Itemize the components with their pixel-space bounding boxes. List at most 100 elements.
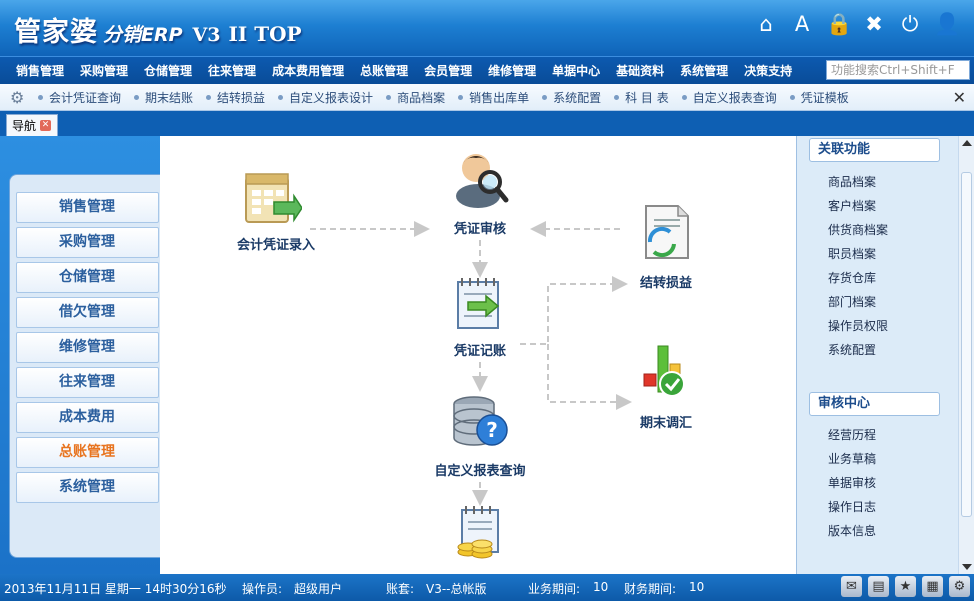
- star-icon[interactable]: ★: [895, 576, 916, 597]
- right-panel-link[interactable]: 业务草稿: [828, 450, 876, 467]
- shortcut-label: 销售出库单: [469, 90, 530, 105]
- right-panel-scrollbar[interactable]: [958, 136, 974, 574]
- flow-node-cost-report[interactable]: [450, 506, 510, 562]
- shortcut-label: 自定义报表查询: [692, 90, 777, 105]
- left-nav-item[interactable]: 往来管理: [16, 367, 159, 398]
- menu-item-2[interactable]: 仓储管理: [136, 62, 200, 79]
- flow-node-voucher-entry[interactable]: 会计凭证录入: [226, 168, 326, 253]
- bullet-icon: [278, 94, 284, 100]
- shortcut-item[interactable]: 结转损益: [206, 89, 278, 106]
- settings-icon[interactable]: ⚙: [949, 576, 970, 597]
- menu-item-3[interactable]: 往来管理: [200, 62, 264, 79]
- left-nav-item[interactable]: 成本费用: [16, 402, 159, 433]
- title-toolbar: ⌂ A 🔒 ✖ ⏻ 👤: [754, 10, 960, 38]
- tab-navigation[interactable]: 导航 ✕: [6, 114, 58, 136]
- left-nav-item[interactable]: 系统管理: [16, 472, 159, 503]
- voucher-entry-icon: [245, 173, 302, 223]
- shortcut-item[interactable]: 销售出库单: [458, 89, 542, 106]
- shortcut-item[interactable]: 会计凭证查询: [38, 89, 134, 106]
- home-icon[interactable]: ⌂: [754, 10, 778, 38]
- shortcut-item[interactable]: 科 目 表: [614, 89, 682, 106]
- right-panel-link[interactable]: 经营历程: [828, 426, 876, 443]
- bullet-icon: [458, 94, 464, 100]
- power-icon[interactable]: ⏻: [898, 10, 922, 38]
- flow-node-voucher-post[interactable]: 凭证记账: [430, 276, 530, 359]
- scroll-up-arrow-icon[interactable]: [962, 140, 972, 146]
- right-panel-link[interactable]: 操作日志: [828, 498, 876, 515]
- tab-strip: 导航 ✕: [0, 111, 974, 136]
- right-panel-link[interactable]: 操作员权限: [828, 317, 888, 334]
- left-nav-item[interactable]: 采购管理: [16, 227, 159, 258]
- menu-item-6[interactable]: 会员管理: [416, 62, 480, 79]
- gear-icon[interactable]: ⚙: [10, 89, 28, 107]
- menu-item-0[interactable]: 销售管理: [8, 62, 72, 79]
- right-panel-link[interactable]: 存货仓库: [828, 269, 876, 286]
- related-functions-header: 关联功能: [809, 138, 940, 162]
- user-icon[interactable]: 👤: [934, 10, 960, 38]
- right-panel-link[interactable]: 客户档案: [828, 197, 876, 214]
- tab-close-icon[interactable]: ✕: [40, 120, 52, 131]
- right-panel: 关联功能 商品档案 客户档案 供货商档案 职员档案 存货仓库 部门档案 操作员权限 系统配置 …: [796, 136, 974, 574]
- right-panel-link[interactable]: 职员档案: [828, 245, 876, 262]
- menu-item-10[interactable]: 系统管理: [672, 62, 736, 79]
- right-panel-link[interactable]: 版本信息: [828, 522, 876, 539]
- flow-node-profit-transfer[interactable]: 结转损益: [626, 202, 706, 291]
- title-bar: 管家婆 分销ERP V3 II TOP ⌂ A 🔒 ✖ ⏻ 👤: [0, 0, 974, 56]
- bullet-icon: [614, 94, 620, 100]
- close-icon[interactable]: ✕: [953, 88, 966, 107]
- scroll-thumb[interactable]: [961, 172, 972, 517]
- voucher-audit-label: 凭证审核: [453, 222, 506, 237]
- shortcut-label: 期末结账: [145, 90, 194, 105]
- shortcut-item[interactable]: 商品档案: [386, 89, 458, 106]
- menu-item-4[interactable]: 成本费用管理: [264, 62, 352, 79]
- menu-item-5[interactable]: 总账管理: [352, 62, 416, 79]
- font-size-icon[interactable]: A: [790, 10, 814, 38]
- left-nav-item[interactable]: 仓储管理: [16, 262, 159, 293]
- status-datetime: 2013年11月11日 星期一 14时30分16秒: [4, 582, 227, 596]
- function-search-input[interactable]: 功能搜索Ctrl+Shift+F: [826, 60, 970, 80]
- shortcut-item[interactable]: 凭证模板: [789, 89, 862, 106]
- shortcut-item[interactable]: 自定义报表设计: [278, 89, 386, 106]
- status-business-period-label: 业务期间:: [528, 582, 581, 596]
- custom-report-label: 自定义报表查询: [434, 464, 526, 479]
- left-nav-item[interactable]: 维修管理: [16, 332, 159, 363]
- left-nav-item[interactable]: 总账管理: [16, 437, 159, 468]
- close-circle-icon[interactable]: ✖: [862, 10, 886, 38]
- logo-brand: 管家婆: [14, 17, 98, 48]
- shortcut-item[interactable]: 系统配置: [542, 89, 614, 106]
- shortcut-item[interactable]: 期末结账: [134, 89, 206, 106]
- shortcut-item[interactable]: 自定义报表查询: [681, 89, 790, 106]
- flow-node-period-adjust[interactable]: 期末调汇: [626, 342, 706, 431]
- left-nav-item[interactable]: 借欠管理: [16, 297, 159, 328]
- lock-icon[interactable]: 🔒: [826, 10, 852, 38]
- shortcut-label: 科 目 表: [625, 90, 669, 105]
- profit-transfer-icon: [645, 205, 689, 259]
- logo-version: V3: [192, 24, 221, 46]
- voucher-entry-label: 会计凭证录入: [236, 238, 315, 253]
- flow-node-voucher-audit[interactable]: 凭证审核: [430, 146, 530, 237]
- flow-node-custom-report[interactable]: ? 自定义报表查询: [422, 394, 538, 479]
- status-operator: 超级用户: [294, 582, 343, 596]
- shortcut-label: 会计凭证查询: [49, 90, 122, 105]
- menu-item-9[interactable]: 基础资料: [608, 62, 672, 79]
- menu-item-7[interactable]: 维修管理: [480, 62, 544, 79]
- menu-item-11[interactable]: 决策支持: [736, 62, 800, 79]
- right-panel-link[interactable]: 商品档案: [828, 173, 876, 190]
- document-icon[interactable]: ▤: [868, 576, 889, 597]
- shortcut-label: 自定义报表设计: [289, 90, 374, 105]
- right-panel-link[interactable]: 部门档案: [828, 293, 876, 310]
- right-panel-link[interactable]: 供货商档案: [828, 221, 888, 238]
- status-operator-label: 操作员:: [242, 582, 283, 596]
- left-nav-item[interactable]: 销售管理: [16, 192, 159, 223]
- right-panel-link[interactable]: 系统配置: [828, 341, 876, 358]
- message-icon[interactable]: ✉: [841, 576, 862, 597]
- menu-item-8[interactable]: 单据中心: [544, 62, 608, 79]
- calculator-icon[interactable]: ▦: [922, 576, 943, 597]
- status-account-label: 账套:: [386, 582, 415, 596]
- scroll-down-arrow-icon[interactable]: [962, 564, 972, 570]
- status-business-period: 10: [593, 580, 609, 594]
- right-panel-link[interactable]: 单据审核: [828, 474, 876, 491]
- logo-edition: II TOP: [228, 22, 302, 46]
- status-finance-period: 10: [689, 580, 705, 594]
- menu-item-1[interactable]: 采购管理: [72, 62, 136, 79]
